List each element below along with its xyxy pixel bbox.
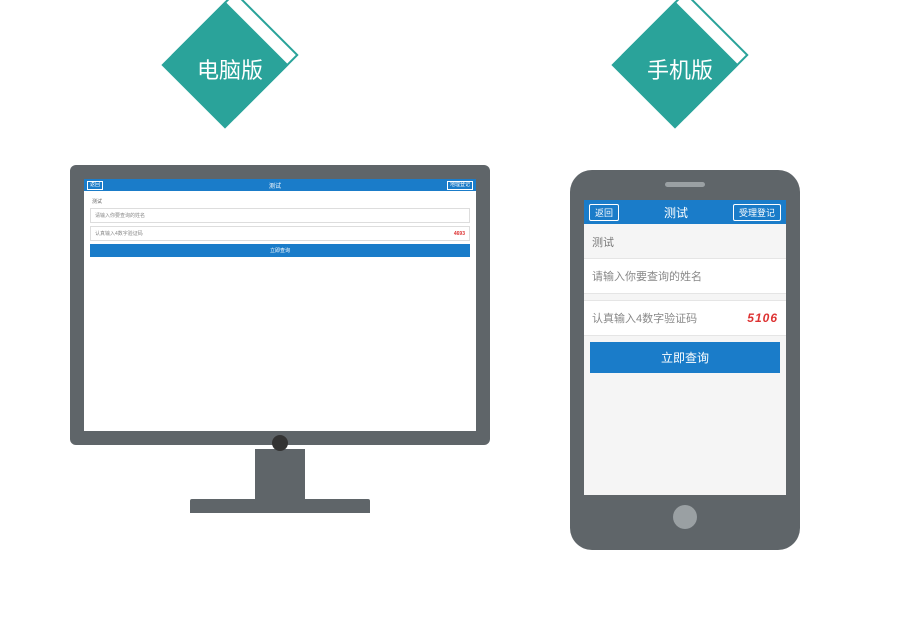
phone-speaker-icon xyxy=(665,182,705,187)
admin-button[interactable]: 受理登记 xyxy=(733,204,781,221)
section-label: 测试 xyxy=(90,195,470,208)
captcha-input[interactable]: 认真输入4数字验证码 4693 xyxy=(90,226,470,241)
page-title: 测试 xyxy=(269,181,281,190)
captcha-image[interactable]: 5106 xyxy=(747,311,778,325)
mobile-badge-label: 手机版 xyxy=(620,53,740,85)
phone-screen: 返回 测试 受理登记 测试 请输入你要查询的姓名 认真输入4数字验证码 5106… xyxy=(584,200,786,495)
back-button[interactable]: 返回 xyxy=(87,181,103,190)
desktop-header-bar: 返回 测试 地理登记 xyxy=(84,179,476,191)
mobile-form: 测试 请输入你要查询的姓名 认真输入4数字验证码 5106 立即查询 xyxy=(584,224,786,373)
submit-button[interactable]: 立即查询 xyxy=(590,342,780,373)
captcha-placeholder: 认真输入4数字验证码 xyxy=(592,310,697,326)
monitor-bezel: 返回 测试 地理登记 测试 请输入你要查询的姓名 认真输入4数字验证码 4693… xyxy=(70,165,490,445)
name-placeholder: 请输入你要查询的姓名 xyxy=(592,268,702,284)
desktop-badge-label: 电脑版 xyxy=(170,53,290,85)
captcha-placeholder: 认真输入4数字验证码 xyxy=(95,230,143,237)
monitor-screen: 返回 测试 地理登记 测试 请输入你要查询的姓名 认真输入4数字验证码 4693… xyxy=(84,179,476,431)
mobile-header-bar: 返回 测试 受理登记 xyxy=(584,200,786,224)
name-input[interactable]: 请输入你要查询的姓名 xyxy=(90,208,470,223)
page-title: 测试 xyxy=(664,204,688,221)
monitor-base xyxy=(190,499,370,513)
captcha-image[interactable]: 4693 xyxy=(454,231,465,237)
monitor-neck xyxy=(255,449,305,499)
submit-button[interactable]: 立即查询 xyxy=(90,244,470,257)
back-button[interactable]: 返回 xyxy=(589,204,619,221)
desktop-badge: 电脑版 xyxy=(170,5,290,125)
mobile-phone: 返回 测试 受理登记 测试 请输入你要查询的姓名 认真输入4数字验证码 5106… xyxy=(570,170,800,550)
section-label: 测试 xyxy=(584,224,786,258)
captcha-input[interactable]: 认真输入4数字验证码 5106 xyxy=(584,300,786,336)
mobile-badge: 手机版 xyxy=(620,5,740,125)
desktop-monitor: 返回 测试 地理登记 测试 请输入你要查询的姓名 认真输入4数字验证码 4693… xyxy=(70,165,490,513)
name-placeholder: 请输入你要查询的姓名 xyxy=(95,212,145,219)
admin-button[interactable]: 地理登记 xyxy=(447,181,473,190)
home-button-icon[interactable] xyxy=(673,505,697,529)
name-input[interactable]: 请输入你要查询的姓名 xyxy=(584,258,786,294)
desktop-form: 测试 请输入你要查询的姓名 认真输入4数字验证码 4693 立即查询 xyxy=(84,191,476,261)
monitor-camera-icon xyxy=(272,435,288,451)
